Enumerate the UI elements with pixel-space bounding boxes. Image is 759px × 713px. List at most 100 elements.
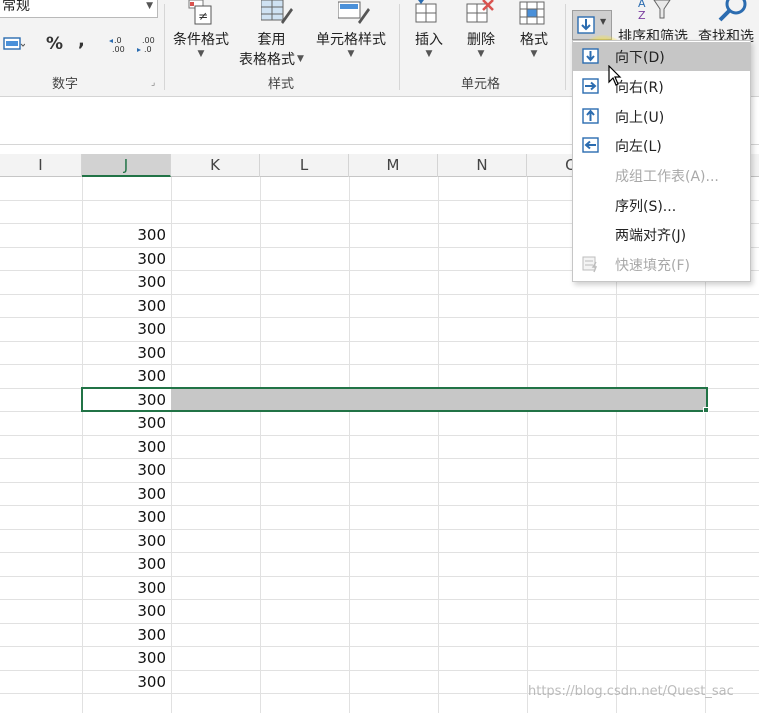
watermark-text: https://blog.csdn.net/Quest_sac: [528, 684, 734, 699]
dialog-launcher-icon[interactable]: ⌟: [151, 78, 155, 88]
cell-j[interactable]: 300: [83, 553, 170, 577]
menu-item-justify[interactable]: 两端对齐(J): [573, 220, 750, 249]
cell-j[interactable]: 300: [83, 318, 170, 342]
menu-item-label: 向右(R): [615, 79, 664, 96]
table-row: 300: [0, 318, 759, 342]
table-row: 300: [0, 342, 759, 366]
table-row: 300: [0, 459, 759, 483]
group-divider: [565, 4, 566, 90]
fill-left-icon: [582, 137, 600, 154]
menu-item-fill-down[interactable]: 向下(D): [573, 42, 750, 71]
menu-item-label: 序列(S)...: [615, 198, 677, 215]
svg-text:Z: Z: [638, 9, 646, 22]
selection-border: [81, 387, 708, 412]
menu-item-fill-left[interactable]: 向左(L): [573, 131, 750, 160]
search-icon: [716, 0, 752, 26]
cell-j[interactable]: 300: [83, 577, 170, 601]
conditional-format-label: 条件格式: [173, 32, 229, 48]
insert-cells-icon: [414, 0, 440, 28]
number-format-value: 常规: [2, 0, 30, 14]
conditional-format-button[interactable]: 条件格式 ▼: [173, 29, 229, 59]
conditional-format-icon: ≠: [187, 0, 213, 30]
menu-item-fill-up[interactable]: 向上(U): [573, 102, 750, 131]
column-header-k[interactable]: K: [171, 154, 260, 177]
number-format-dropdown[interactable]: 常规 ▼: [0, 0, 158, 18]
cell-j[interactable]: 300: [83, 271, 170, 295]
menu-item-label: 向下(D): [615, 49, 665, 66]
cell-j[interactable]: 300: [83, 459, 170, 483]
cell-j[interactable]: 300: [83, 600, 170, 624]
delete-button[interactable]: 删除 ▼: [467, 29, 495, 59]
group-divider: [399, 4, 400, 90]
chevron-down-icon: ▼: [425, 49, 433, 59]
cell-j[interactable]: 300: [83, 436, 170, 460]
cell-j[interactable]: 300: [83, 624, 170, 648]
cell-j[interactable]: 300: [83, 530, 170, 554]
comma-style-button[interactable]: ,: [78, 30, 85, 51]
autosum-icon[interactable]: [578, 0, 598, 10]
decrease-decimal-icon[interactable]: .00 .0: [136, 35, 158, 59]
cell-j[interactable]: 300: [83, 365, 170, 389]
cell-j[interactable]: 300: [83, 342, 170, 366]
cell-j[interactable]: 300: [83, 248, 170, 272]
column-header-j[interactable]: J: [82, 154, 171, 177]
fill-handle[interactable]: [703, 407, 709, 413]
table-row: 300: [0, 624, 759, 648]
cell-j[interactable]: 300: [83, 671, 170, 695]
svg-text:.0: .0: [144, 45, 152, 54]
menu-item-label: 向左(L): [615, 138, 662, 155]
chevron-down-icon: ▼: [347, 49, 355, 59]
cell-j[interactable]: 300: [83, 647, 170, 671]
increase-decimal-icon[interactable]: .0 .00: [108, 35, 130, 59]
group-divider: [164, 4, 165, 90]
svg-text:.00: .00: [112, 45, 125, 54]
fill-up-icon: [582, 108, 600, 125]
menu-item-across-worksheets[interactable]: 成组工作表(A)...: [573, 161, 750, 190]
group-label-cells: 单元格: [461, 77, 501, 92]
column-header-l[interactable]: L: [260, 154, 349, 177]
table-row: 300: [0, 647, 759, 671]
cell-j[interactable]: 300: [83, 483, 170, 507]
menu-item-flash-fill[interactable]: 快速填充(F): [573, 250, 750, 279]
format-as-table-button[interactable]: 套用 表格格式 ▼: [239, 29, 304, 69]
table-row: 300: [0, 577, 759, 601]
format-label: 格式: [520, 32, 548, 48]
cell-j[interactable]: 300: [83, 506, 170, 530]
insert-button[interactable]: 插入 ▼: [415, 29, 443, 59]
format-button[interactable]: 格式 ▼: [520, 29, 548, 59]
column-header-n[interactable]: N: [438, 154, 527, 177]
column-header-i[interactable]: I: [0, 154, 82, 177]
format-as-table-label-1: 套用: [257, 32, 286, 48]
flash-fill-icon: [582, 256, 600, 273]
mouse-cursor-icon: [608, 64, 622, 91]
cell-j[interactable]: 300: [83, 295, 170, 319]
table-row: 300: [0, 483, 759, 507]
chevron-down-icon: ▼: [530, 49, 538, 59]
table-format-icon: [260, 0, 293, 30]
table-row: 300: [0, 436, 759, 460]
fill-down-icon: [582, 48, 600, 65]
table-row: 300: [0, 530, 759, 554]
svg-text:≠: ≠: [198, 9, 208, 23]
cell-styles-button[interactable]: 单元格样式 ▼: [316, 29, 386, 59]
percent-style-button[interactable]: %: [46, 34, 63, 54]
menu-item-series[interactable]: 序列(S)...: [573, 191, 750, 220]
accounting-format-icon[interactable]: [3, 36, 26, 58]
menu-item-fill-right[interactable]: 向右(R): [573, 72, 750, 101]
cell-styles-icon: [337, 0, 370, 30]
chevron-down-icon: ▼: [197, 49, 205, 59]
menu-item-label: 成组工作表(A)...: [615, 168, 719, 185]
table-row: 300: [0, 553, 759, 577]
column-header-m[interactable]: M: [349, 154, 438, 177]
cell-j[interactable]: 300: [83, 412, 170, 436]
sort-filter-icon: A Z: [636, 0, 674, 26]
cell-styles-label: 单元格样式: [316, 32, 386, 48]
chevron-down-icon: ▼: [146, 1, 153, 11]
table-row: 300: [0, 600, 759, 624]
menu-item-label: 快速填充(F): [615, 257, 690, 274]
group-label-styles: 样式: [268, 77, 295, 92]
delete-label: 删除: [467, 32, 495, 48]
fill-down-icon: [577, 16, 595, 34]
table-row: 300: [0, 412, 759, 436]
cell-j[interactable]: 300: [83, 224, 170, 248]
